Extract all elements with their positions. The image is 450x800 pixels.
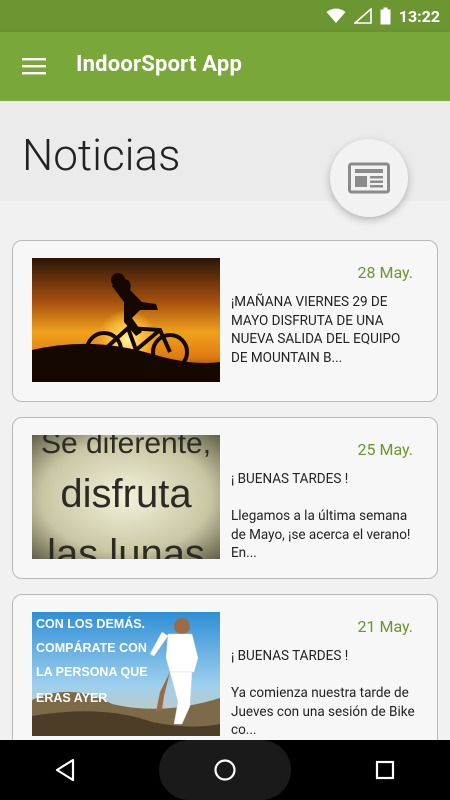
news-snippet: ¡ BUENAS TARDES ! Ya comienza nuestra ta…: [231, 648, 415, 738]
news-snippet: ¡ BUENAS TARDES ! Llegamos a la última s…: [231, 471, 411, 561]
news-thumbnail-mountain-bike: [32, 258, 220, 382]
news-date: 28 May.: [357, 263, 413, 282]
newspaper-icon: [348, 162, 390, 194]
news-thumbnail-disfruta: Se diferente, disfruta las lunas: [32, 435, 220, 559]
home-button[interactable]: [158, 740, 291, 800]
navigation-bar: [0, 740, 450, 800]
status-bar: 13:22: [0, 0, 450, 32]
thumbnail-text-line: las lunas: [47, 532, 205, 559]
wifi-icon: [326, 8, 346, 23]
news-date: 25 May.: [357, 440, 413, 459]
menu-icon: [22, 58, 46, 75]
thumbnail-text-line: CON LOS DEMÁS.: [36, 616, 145, 631]
status-time: 13:22: [398, 6, 440, 26]
back-button[interactable]: [30, 745, 100, 795]
recents-icon: [376, 760, 395, 780]
app-title: IndoorSport App: [76, 52, 243, 77]
news-date: 21 May.: [357, 617, 413, 636]
thumbnail-text-line: disfruta: [60, 472, 192, 516]
thumbnail-text-line: LA PERSONA QUE: [36, 665, 148, 679]
status-icons: 13:22: [326, 0, 440, 32]
news-thumbnail-runner: CON LOS DEMÁS. COMPÁRATE CON LA PERSONA …: [32, 612, 220, 736]
news-card[interactable]: CON LOS DEMÁS. COMPÁRATE CON LA PERSONA …: [12, 594, 438, 756]
news-card[interactable]: Se diferente, disfruta las lunas 25 May.…: [12, 417, 438, 579]
news-list: 28 May. ¡MAÑANA VIERNES 29 DE MAYO DISFR…: [12, 240, 438, 771]
news-fab-button[interactable]: [330, 139, 408, 217]
thumbnail-text-line: COMPÁRATE CON: [36, 640, 147, 655]
battery-icon: [380, 7, 391, 25]
back-icon: [55, 758, 74, 782]
news-snippet: ¡MAÑANA VIERNES 29 DE MAYO DISFRUTA DE U…: [231, 294, 401, 366]
page-title: Noticias: [22, 129, 181, 181]
signal-icon: [353, 8, 372, 24]
news-card[interactable]: 28 May. ¡MAÑANA VIERNES 29 DE MAYO DISFR…: [12, 240, 438, 402]
menu-button[interactable]: [16, 48, 52, 84]
thumbnail-text-line: ERAS AYER: [36, 691, 107, 705]
recents-button[interactable]: [350, 745, 420, 795]
thumbnail-text-line: Se diferente,: [41, 435, 211, 460]
home-icon: [214, 759, 236, 781]
app-bar: IndoorSport App: [0, 32, 450, 101]
